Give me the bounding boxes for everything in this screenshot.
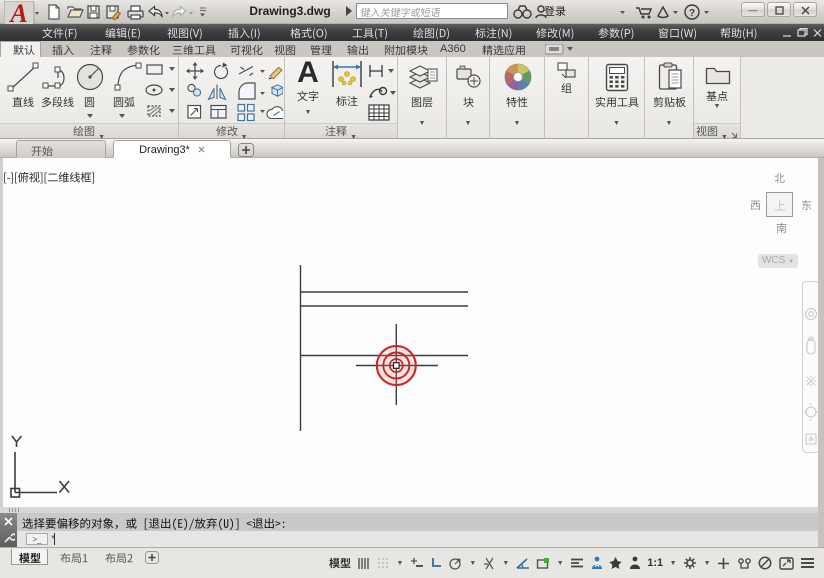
svg-text:?: ? (689, 8, 695, 19)
svg-text:A: A (594, 562, 599, 569)
svg-text:A: A (8, 1, 27, 26)
